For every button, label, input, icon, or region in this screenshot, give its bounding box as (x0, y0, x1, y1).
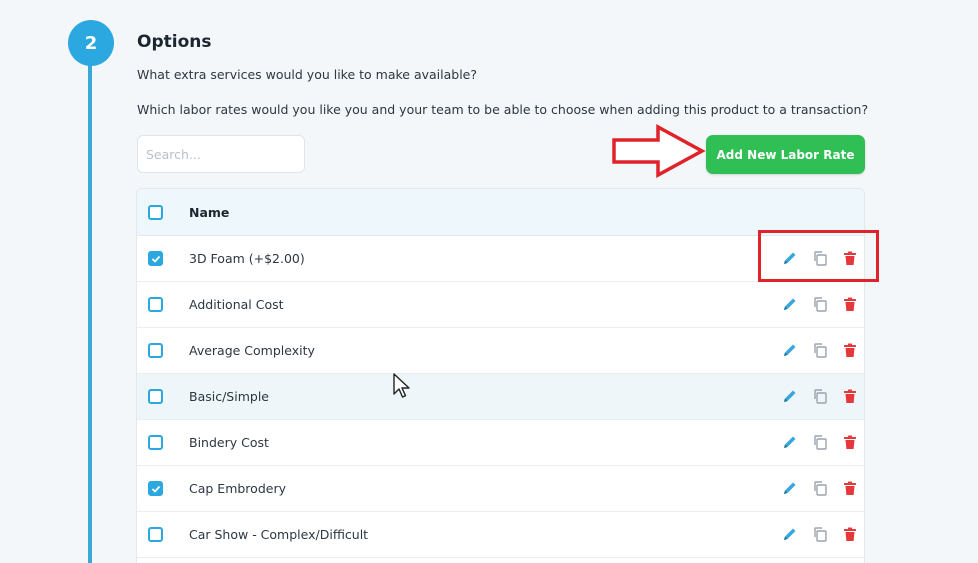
copy-icon[interactable] (810, 478, 830, 498)
section-title: Options (137, 32, 212, 52)
labor-rate-question: Which labor rates would you like you and… (137, 102, 869, 117)
row-name: Cap Embrodery (189, 481, 286, 496)
row-checkbox[interactable] (148, 389, 163, 404)
trash-icon[interactable] (840, 386, 860, 406)
row-name: Basic/Simple (189, 389, 269, 404)
row-actions (780, 524, 860, 544)
pencil-icon[interactable] (780, 478, 800, 498)
labor-rates-table: Name 3D Foam (+$2.00) Additional Cost Aver… (136, 188, 865, 563)
table-row[interactable]: Car Show - Complex/Difficult (137, 512, 864, 558)
arrow-annotation-icon (612, 124, 706, 178)
trash-icon[interactable] (840, 432, 860, 452)
trash-icon[interactable] (840, 478, 860, 498)
step-number-badge: 2 (68, 20, 114, 66)
row-checkbox[interactable] (148, 435, 163, 450)
copy-icon[interactable] (810, 294, 830, 314)
row-checkbox[interactable] (148, 343, 163, 358)
row-checkbox[interactable] (148, 251, 163, 266)
section-subtitle: What extra services would you like to ma… (137, 67, 478, 82)
row-name: Bindery Cost (189, 435, 269, 450)
copy-icon[interactable] (810, 340, 830, 360)
row-name: 3D Foam (+$2.00) (189, 251, 305, 266)
copy-icon[interactable] (810, 432, 830, 452)
row-checkbox[interactable] (148, 527, 163, 542)
row-name: Car Show - Complex/Difficult (189, 527, 369, 542)
row-name: Additional Cost (189, 297, 284, 312)
table-row[interactable]: Average Complexity (137, 328, 864, 374)
copy-icon[interactable] (810, 524, 830, 544)
row-actions (780, 340, 860, 360)
mouse-cursor-icon (393, 373, 410, 398)
table-row[interactable]: Basic/Simple (137, 374, 864, 420)
row-actions (780, 386, 860, 406)
actions-highlight-annotation (758, 230, 879, 282)
table-row[interactable]: Bindery Cost (137, 420, 864, 466)
row-checkbox[interactable] (148, 297, 163, 312)
select-all-checkbox[interactable] (148, 204, 163, 220)
row-checkbox[interactable] (148, 481, 163, 496)
search-input[interactable] (137, 135, 305, 173)
pencil-icon[interactable] (780, 386, 800, 406)
table-row[interactable]: Additional Cost (137, 282, 864, 328)
trash-icon[interactable] (840, 340, 860, 360)
table-row[interactable]: 3D Foam (+$2.00) (137, 236, 864, 282)
page: 2 Options What extra services would you … (0, 0, 978, 563)
row-name: Average Complexity (189, 343, 315, 358)
timeline-line (88, 60, 92, 563)
row-actions (780, 432, 860, 452)
row-actions (780, 294, 860, 314)
trash-icon[interactable] (840, 294, 860, 314)
trash-icon[interactable] (840, 524, 860, 544)
pencil-icon[interactable] (780, 524, 800, 544)
pencil-icon[interactable] (780, 432, 800, 452)
table-header: Name (137, 189, 864, 236)
add-new-labor-rate-button[interactable]: Add New Labor Rate (706, 135, 865, 174)
row-actions (780, 478, 860, 498)
pencil-icon[interactable] (780, 340, 800, 360)
column-header-name: Name (189, 204, 230, 220)
table-row[interactable]: Cap Embrodery (137, 466, 864, 512)
pencil-icon[interactable] (780, 294, 800, 314)
copy-icon[interactable] (810, 386, 830, 406)
